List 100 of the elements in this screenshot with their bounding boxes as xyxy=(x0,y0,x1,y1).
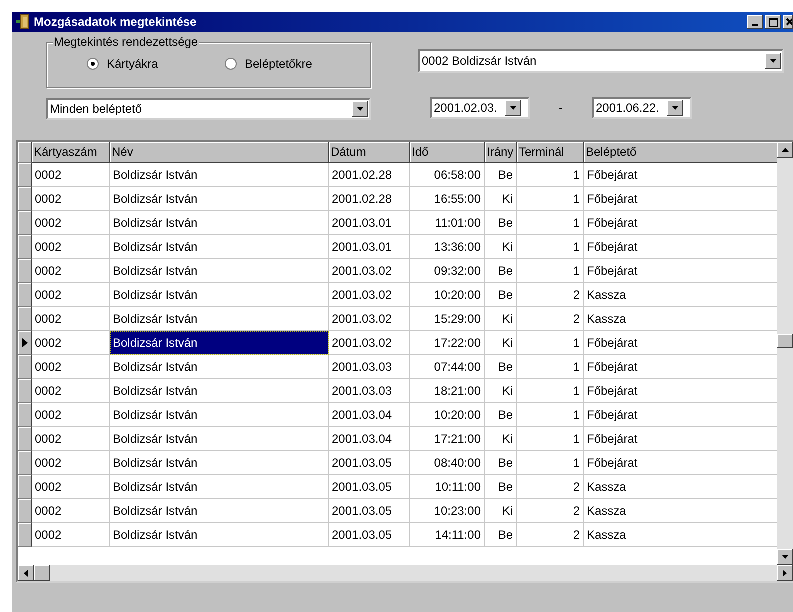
table-cell: 2001.03.03 xyxy=(329,355,410,379)
table-cell: Ki xyxy=(485,331,517,355)
column-header[interactable]: Terminál xyxy=(517,142,584,163)
gate-dropdown[interactable]: Minden beléptető xyxy=(46,98,371,120)
table-cell: 2001.03.04 xyxy=(329,403,410,427)
group-label: Megtekintés rendezettsége xyxy=(53,35,200,49)
table-cell: 0002 xyxy=(32,451,110,475)
table-cell: 2 xyxy=(517,499,584,523)
table-cell: 0002 xyxy=(32,475,110,499)
table-cell: Boldizsár István xyxy=(110,283,329,307)
table-cell: 0002 xyxy=(32,523,110,547)
table-cell: Ki xyxy=(485,499,517,523)
table-cell: 2001.03.03 xyxy=(329,379,410,403)
table-cell: 2001.03.01 xyxy=(329,211,410,235)
table-cell: Ki xyxy=(485,427,517,451)
table-cell: Ki xyxy=(485,379,517,403)
table-cell: 2001.02.28 xyxy=(329,163,410,187)
table-cell: 09:32:00 xyxy=(410,259,485,283)
table-cell: 13:36:00 xyxy=(410,235,485,259)
table-cell: 0002 xyxy=(32,187,110,211)
table-cell: 2001.03.04 xyxy=(329,427,410,451)
table-cell: Boldizsár István xyxy=(110,523,329,547)
table-cell: Boldizsár István xyxy=(110,163,329,187)
table-cell: 2001.03.02 xyxy=(329,331,410,355)
column-header[interactable]: Dátum xyxy=(329,142,410,163)
date-separator: - xyxy=(558,101,564,115)
radio-option[interactable]: Kártyákra xyxy=(87,57,225,71)
table-cell: 1 xyxy=(517,451,584,475)
table-cell: Be xyxy=(485,259,517,283)
table-cell: 2 xyxy=(517,283,584,307)
table-cell: 2 xyxy=(517,523,584,547)
radio-option[interactable]: Beléptetőkre xyxy=(225,57,363,71)
table-cell: Boldizsár István xyxy=(110,427,329,451)
table-cell: 2001.03.02 xyxy=(329,283,410,307)
table-cell: Be xyxy=(485,355,517,379)
table-cell: 17:21:00 xyxy=(410,427,485,451)
window-title: Mozgásadatok megtekintése xyxy=(34,15,198,29)
table-cell: 15:29:00 xyxy=(410,307,485,331)
date-from-dropdown[interactable]: 2001.02.03. xyxy=(430,97,530,119)
table-cell: 10:11:00 xyxy=(410,475,485,499)
table-cell: 1 xyxy=(517,187,584,211)
table-cell: 0002 xyxy=(32,307,110,331)
table-cell: 16:55:00 xyxy=(410,187,485,211)
table-cell: 2001.03.02 xyxy=(329,259,410,283)
table-cell: Be xyxy=(485,211,517,235)
table-cell: Boldizsár István xyxy=(110,331,329,355)
table-cell: 2001.03.05 xyxy=(329,499,410,523)
table-cell: Boldizsár István xyxy=(110,235,329,259)
table-cell: 2001.03.05 xyxy=(329,475,410,499)
table-cell: 2001.03.05 xyxy=(329,523,410,547)
table-cell: Be xyxy=(485,163,517,187)
table-cell: 0002 xyxy=(32,403,110,427)
table-cell: Boldizsár István xyxy=(110,259,329,283)
table-cell: 0002 xyxy=(32,283,110,307)
table-cell: Ki xyxy=(485,235,517,259)
table-cell: 1 xyxy=(517,211,584,235)
table-cell: 2001.02.28 xyxy=(329,187,410,211)
table-cell: 18:21:00 xyxy=(410,379,485,403)
table-cell: 1 xyxy=(517,331,584,355)
table-cell: 10:20:00 xyxy=(410,403,485,427)
date-to-dropdown[interactable]: 2001.06.22. xyxy=(592,97,692,119)
column-header[interactable]: Irány xyxy=(485,142,517,163)
table-cell: 07:44:00 xyxy=(410,355,485,379)
table-cell: 1 xyxy=(517,403,584,427)
table-cell: 0002 xyxy=(32,499,110,523)
table-cell: 1 xyxy=(517,355,584,379)
column-header[interactable]: Beléptető xyxy=(584,142,777,163)
table-cell: 1 xyxy=(517,235,584,259)
table-cell: Ki xyxy=(485,307,517,331)
table-cell: 0002 xyxy=(32,427,110,451)
column-header[interactable]: Kártyaszám xyxy=(32,142,110,163)
table-cell: 2001.03.01 xyxy=(329,235,410,259)
table-cell: 1 xyxy=(517,427,584,451)
table-cell: 14:11:00 xyxy=(410,523,485,547)
table-cell: 10:23:00 xyxy=(410,499,485,523)
table-cell: Ki xyxy=(485,187,517,211)
table-cell: 1 xyxy=(517,259,584,283)
table-cell: 2 xyxy=(517,307,584,331)
table-cell: 0002 xyxy=(32,259,110,283)
table-cell: 0002 xyxy=(32,379,110,403)
table-cell: Be xyxy=(485,451,517,475)
table-cell: Boldizsár István xyxy=(110,187,329,211)
column-header[interactable]: Név xyxy=(110,142,329,163)
table-cell: 0002 xyxy=(32,163,110,187)
table-cell: 17:22:00 xyxy=(410,331,485,355)
table-cell: 06:58:00 xyxy=(410,163,485,187)
table-cell: Boldizsár István xyxy=(110,211,329,235)
table-cell: 08:40:00 xyxy=(410,451,485,475)
table-cell: Boldizsár István xyxy=(110,355,329,379)
table-cell: 1 xyxy=(517,379,584,403)
column-header[interactable]: Idő xyxy=(410,142,485,163)
table-cell: 1 xyxy=(517,163,584,187)
person-dropdown[interactable]: 0002 Boldizsár István xyxy=(418,49,784,73)
table-cell: Boldizsár István xyxy=(110,403,329,427)
table-cell: Be xyxy=(485,283,517,307)
table-cell: 0002 xyxy=(32,235,110,259)
table-cell: Be xyxy=(485,403,517,427)
table-cell: Be xyxy=(485,523,517,547)
table-cell: Boldizsár István xyxy=(110,475,329,499)
table-cell: Boldizsár István xyxy=(110,379,329,403)
